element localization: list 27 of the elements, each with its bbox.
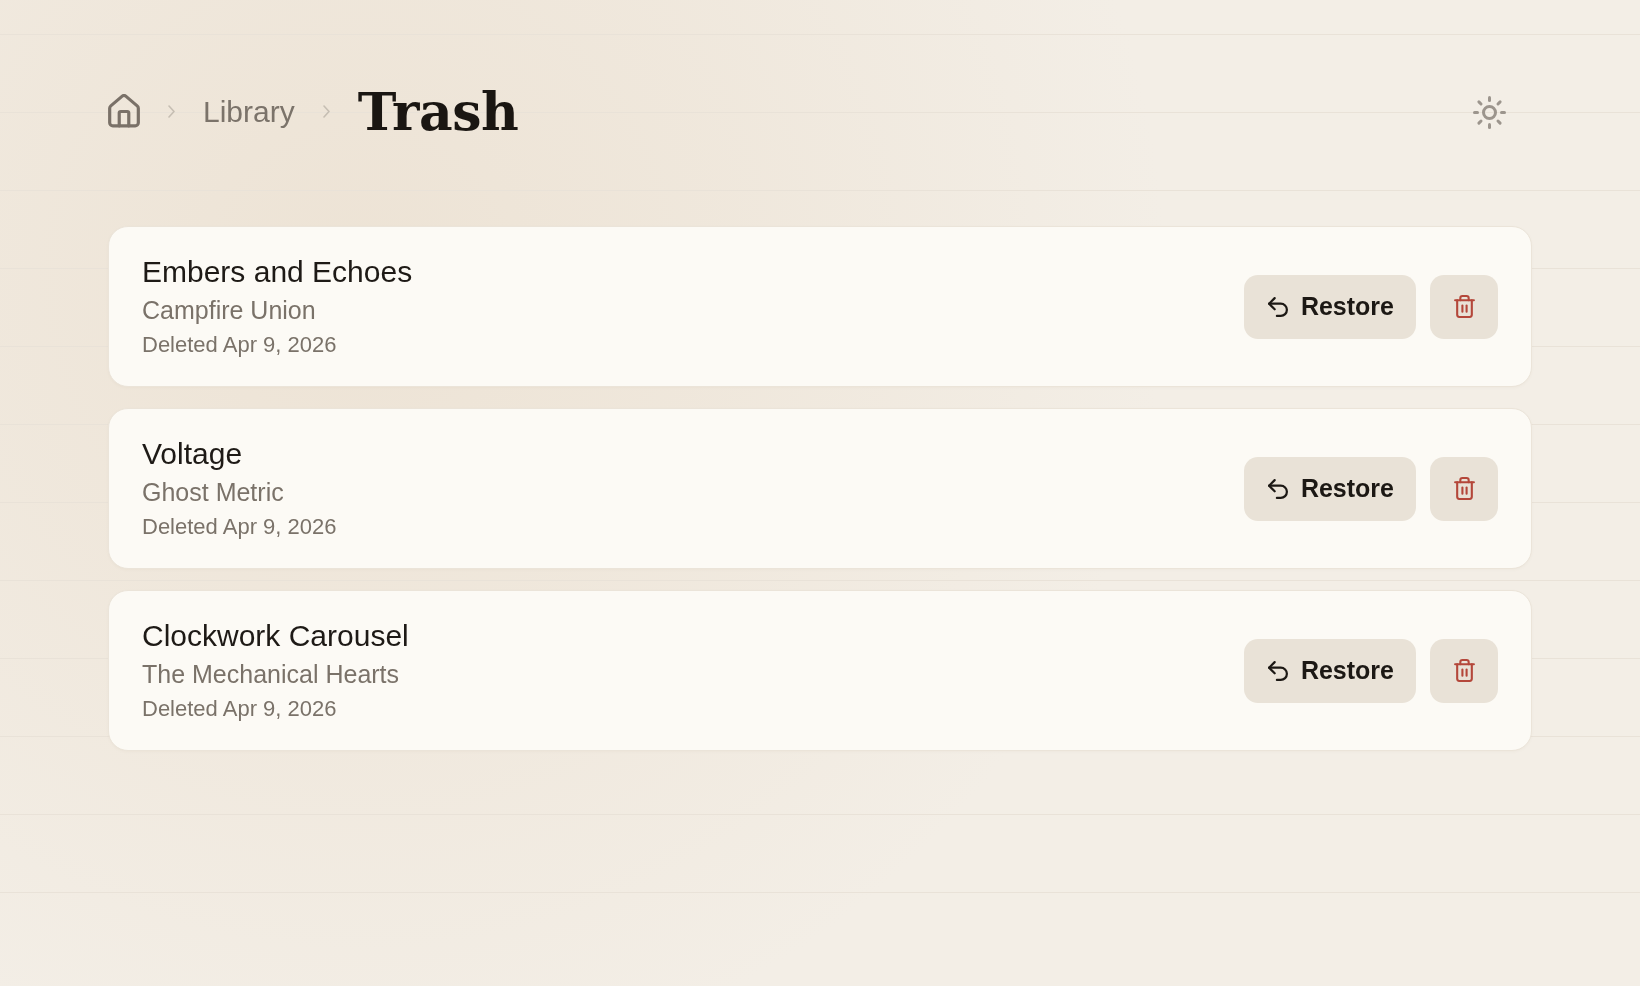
deleted-date: Deleted Apr 9, 2026 [142,695,338,723]
undo-icon [1267,478,1288,499]
artist-name: The Mechanical Hearts [142,659,401,690]
item-title: Voltage [142,436,244,472]
delete-button[interactable] [1430,274,1498,339]
trash-icon [1453,659,1475,682]
page-title: Trash [357,80,519,144]
trash-icon [1453,295,1475,318]
trash-icon [1453,477,1475,500]
chevron-icon [322,105,330,119]
item-title: Clockwork Carousel [142,618,409,654]
sun-icon[interactable] [1473,95,1506,129]
restore-button[interactable]: Restore [1243,638,1416,703]
restore-button[interactable]: Restore [1243,274,1416,339]
artist-name: Campfire Union [142,295,317,326]
breadcrumb-link[interactable]: Library [203,94,295,130]
artist-name: Ghost Metric [142,477,285,508]
chevron-icon [168,105,175,119]
home-icon[interactable] [108,94,140,130]
deleted-date: Deleted Apr 9, 2026 [142,513,337,541]
undo-icon [1267,296,1288,317]
delete-button[interactable] [1430,456,1498,521]
delete-button[interactable] [1430,638,1498,703]
item-title: Embers and Echoes [142,254,413,290]
undo-icon [1267,660,1288,681]
deleted-date: Deleted Apr 9, 2026 [142,331,338,359]
restore-button[interactable]: Restore [1243,456,1416,521]
